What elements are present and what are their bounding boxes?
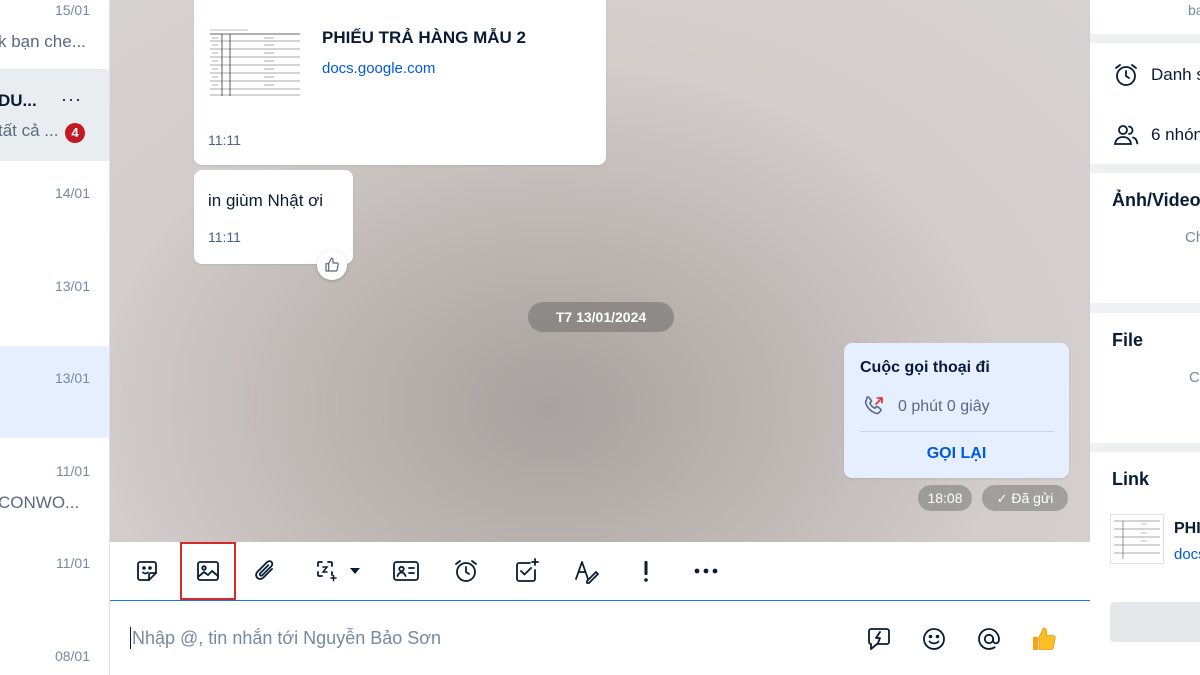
call-message-bubble: Cuộc gọi thoại đi 0 phút 0 giây GỌI LẠI bbox=[844, 343, 1069, 478]
media-section: Ảnh/Video Ch bbox=[1090, 173, 1200, 303]
call-duration: 0 phút 0 giây bbox=[898, 398, 990, 415]
panel-header-section: ba bbox=[1090, 0, 1200, 34]
link-message-bubble[interactable]: PHIẾU TRẢ HÀNG MẪU 2 docs.google.com 11:… bbox=[194, 0, 606, 165]
link-item-title[interactable]: PHI bbox=[1174, 520, 1200, 538]
document-thumbnail bbox=[208, 26, 302, 96]
date-separator: T7 13/01/2024 bbox=[528, 302, 674, 332]
conversation-item-selected[interactable]: 13/01 bbox=[0, 346, 109, 438]
message-time: 11:11 bbox=[208, 229, 241, 245]
message-input[interactable] bbox=[132, 625, 832, 651]
emoji-icon[interactable] bbox=[918, 623, 950, 655]
text-caret bbox=[130, 627, 131, 649]
groups-icon bbox=[1112, 121, 1140, 154]
file-section: File C bbox=[1090, 313, 1200, 443]
important-icon[interactable] bbox=[626, 551, 666, 591]
format-text-icon[interactable] bbox=[566, 551, 606, 591]
mention-icon[interactable] bbox=[973, 623, 1005, 655]
todo-icon[interactable] bbox=[506, 551, 546, 591]
reminder-clock-icon bbox=[1112, 61, 1140, 94]
reminder-list-link[interactable]: Danh s bbox=[1151, 65, 1200, 85]
link-thumbnail[interactable] bbox=[1110, 514, 1164, 564]
like-reaction-icon[interactable] bbox=[317, 250, 347, 280]
link-section: Link PHI docs bbox=[1090, 452, 1200, 675]
conversation-date: 11/01 bbox=[56, 555, 90, 571]
message-composer bbox=[110, 601, 1090, 675]
image-icon[interactable] bbox=[180, 542, 236, 600]
conversation-name: DU... bbox=[0, 91, 37, 110]
sent-status-label: Đã gửi bbox=[1011, 490, 1054, 506]
thumbs-up-icon[interactable] bbox=[1028, 623, 1060, 655]
conversation-preview: tất cả ... bbox=[0, 121, 59, 140]
unread-badge: 4 bbox=[65, 123, 85, 143]
conversation-preview: CONWO... bbox=[0, 493, 80, 512]
composer-toolbar bbox=[110, 542, 1090, 601]
common-groups-link[interactable]: 6 nhón bbox=[1151, 125, 1200, 145]
message-area: PHIẾU TRẢ HÀNG MẪU 2 docs.google.com 11:… bbox=[110, 0, 1090, 542]
call-title: Cuộc gọi thoại đi bbox=[860, 359, 990, 376]
checkmark-icon: ✓ bbox=[996, 491, 1008, 506]
contact-card-icon[interactable] bbox=[386, 551, 426, 591]
reminders-groups-section: Danh s 6 nhón bbox=[1090, 43, 1200, 164]
panel-top-text: ba bbox=[1188, 2, 1200, 18]
attachment-icon[interactable] bbox=[246, 551, 286, 591]
link-item-domain[interactable]: docs bbox=[1174, 546, 1200, 563]
outgoing-call-icon bbox=[862, 394, 886, 423]
conversation-date: 15/01 bbox=[54, 2, 90, 18]
view-all-links-button[interactable] bbox=[1110, 602, 1200, 642]
message-time: 11:11 bbox=[208, 132, 241, 148]
link-section-title[interactable]: Link bbox=[1112, 469, 1149, 490]
link-domain[interactable]: docs.google.com bbox=[322, 60, 435, 77]
conversation-item-active[interactable]: DU... ··· tất cả ... 4 bbox=[0, 69, 109, 161]
conversation-info-panel: ba Danh s 6 nhón Ảnh/Video Ch File C Lin… bbox=[1090, 0, 1200, 675]
message-text: in giùm Nhật ơi bbox=[208, 191, 324, 210]
conversation-preview: k bạn che... bbox=[0, 32, 86, 51]
call-back-button[interactable]: GỌI LẠI bbox=[844, 445, 1069, 463]
sticker-icon[interactable] bbox=[127, 551, 167, 591]
conversation-item[interactable]: 14/01 bbox=[0, 161, 109, 253]
media-section-title[interactable]: Ảnh/Video bbox=[1112, 190, 1200, 211]
divider bbox=[860, 431, 1054, 432]
conversation-item[interactable]: 15/01 k bạn che... bbox=[0, 0, 109, 62]
conversation-list: 15/01 k bạn che... DU... ··· tất cả ... … bbox=[0, 0, 110, 675]
screenshot-icon[interactable] bbox=[310, 551, 370, 591]
reminder-clock-icon[interactable] bbox=[446, 551, 486, 591]
conversation-date: 14/01 bbox=[54, 185, 90, 201]
conversation-date: 08/01 bbox=[54, 648, 90, 664]
conversation-item[interactable]: 08/01 bbox=[0, 622, 109, 675]
more-options-icon[interactable]: ··· bbox=[61, 89, 82, 110]
conversation-date: 11/01 bbox=[56, 463, 90, 479]
more-icon[interactable] bbox=[686, 551, 726, 591]
conversation-item[interactable]: 11/01 CONWO... bbox=[0, 438, 109, 530]
sent-time-chip: 18:08 bbox=[918, 485, 972, 511]
conversation-item[interactable]: 13/01 bbox=[0, 253, 109, 345]
conversation-date: 13/01 bbox=[54, 370, 90, 386]
file-section-title[interactable]: File bbox=[1112, 330, 1143, 351]
quick-message-icon[interactable] bbox=[863, 623, 895, 655]
conversation-date: 13/01 bbox=[54, 278, 90, 294]
file-empty-text: C bbox=[1189, 369, 1200, 386]
conversation-item[interactable]: 11/01 bbox=[0, 530, 109, 622]
link-title[interactable]: PHIẾU TRẢ HÀNG MẪU 2 bbox=[322, 28, 526, 48]
sent-status-chip: ✓ Đã gửi bbox=[982, 485, 1068, 511]
media-empty-text: Ch bbox=[1185, 229, 1200, 246]
